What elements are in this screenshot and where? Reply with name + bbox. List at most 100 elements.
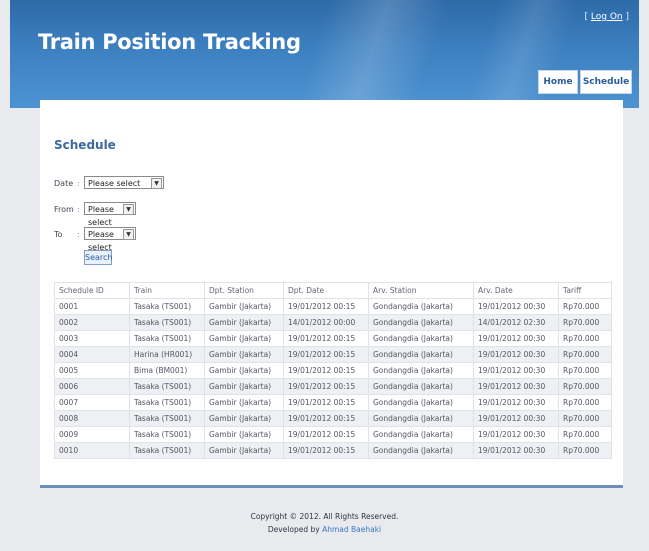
table-cell: 19/01/2012 00:15	[283, 330, 369, 347]
column-header: Schedule ID	[54, 282, 130, 299]
table-cell: Rp70.000	[558, 394, 612, 411]
table-cell: Rp70.000	[558, 330, 612, 347]
table-cell: 0009	[54, 426, 130, 443]
table-cell: Gambir (Jakarta)	[204, 314, 284, 331]
to-select-value: Please select	[88, 230, 114, 252]
table-cell: 19/01/2012 00:30	[473, 378, 559, 395]
chevron-down-icon: ▼	[123, 204, 134, 215]
table-cell: 19/01/2012 00:15	[283, 394, 369, 411]
column-header: Arv. Date	[473, 282, 559, 299]
table-cell: Gambir (Jakarta)	[204, 330, 284, 347]
table-cell: Rp70.000	[558, 378, 612, 395]
table-cell: 0008	[54, 410, 130, 427]
site-title: Train Position Tracking	[38, 30, 301, 54]
table-cell: Tasaka (TS001)	[129, 442, 205, 459]
table-cell: Gondangdia (Jakarta)	[368, 330, 474, 347]
table-cell: Rp70.000	[558, 314, 612, 331]
table-row: 0007 Tasaka (TS001) Gambir (Jakarta) 19/…	[54, 394, 612, 411]
table-cell: Gondangdia (Jakarta)	[368, 346, 474, 363]
table-cell: Gondangdia (Jakarta)	[368, 426, 474, 443]
date-select[interactable]: Please select ▼	[84, 176, 164, 189]
page-title: Schedule	[54, 138, 116, 152]
table-cell: Gondangdia (Jakarta)	[368, 378, 474, 395]
table-cell: Gambir (Jakarta)	[204, 410, 284, 427]
table-cell: 0002	[54, 314, 130, 331]
table-cell: Tasaka (TS001)	[129, 410, 205, 427]
table-cell: Tasaka (TS001)	[129, 378, 205, 395]
table-row: 0001 Tasaka (TS001) Gambir (Jakarta) 19/…	[54, 298, 612, 315]
main-content: Schedule Date : Please select ▼ From : P…	[40, 100, 623, 488]
date-colon: :	[77, 179, 80, 188]
table-cell: Gambir (Jakarta)	[204, 346, 284, 363]
table-cell: 19/01/2012 00:30	[473, 426, 559, 443]
chevron-down-icon: ▼	[123, 229, 134, 240]
table-row: 0006 Tasaka (TS001) Gambir (Jakarta) 19/…	[54, 378, 612, 395]
table-cell: 0003	[54, 330, 130, 347]
table-header-row: Schedule ID Train Dpt. Station Dpt. Date…	[54, 282, 612, 299]
chevron-down-icon: ▼	[151, 178, 162, 189]
table-cell: Gondangdia (Jakarta)	[368, 442, 474, 459]
column-header: Dpt. Date	[283, 282, 369, 299]
table-cell: 14/01/2012 00:00	[283, 314, 369, 331]
table-cell: Rp70.000	[558, 410, 612, 427]
table-row: 0002 Tasaka (TS001) Gambir (Jakarta) 14/…	[54, 314, 612, 331]
column-header: Tariff	[558, 282, 612, 299]
table-cell: Gambir (Jakarta)	[204, 426, 284, 443]
column-header: Train	[129, 282, 205, 299]
schedule-table: Schedule ID Train Dpt. Station Dpt. Date…	[54, 282, 612, 459]
table-cell: Rp70.000	[558, 298, 612, 315]
table-cell: Gondangdia (Jakarta)	[368, 394, 474, 411]
column-header: Arv. Station	[368, 282, 474, 299]
table-cell: 0001	[54, 298, 130, 315]
table-cell: Tasaka (TS001)	[129, 330, 205, 347]
table-cell: 19/01/2012 00:30	[473, 298, 559, 315]
table-cell: Gambir (Jakarta)	[204, 298, 284, 315]
header-light-streak	[284, 0, 456, 108]
table-cell: 19/01/2012 00:15	[283, 362, 369, 379]
to-colon: :	[77, 230, 80, 239]
table-cell: 19/01/2012 00:30	[473, 346, 559, 363]
table-cell: Tasaka (TS001)	[129, 394, 205, 411]
developed-by-label: Developed by	[267, 525, 320, 534]
nav-schedule-button[interactable]: Schedule	[580, 70, 632, 94]
author-link[interactable]: Ahmad Baehaki	[322, 525, 381, 534]
table-cell: Rp70.000	[558, 426, 612, 443]
table-cell: Harina (HR001)	[129, 346, 205, 363]
from-colon: :	[77, 205, 80, 214]
table-cell: 0007	[54, 394, 130, 411]
table-cell: Gambir (Jakarta)	[204, 378, 284, 395]
table-cell: 19/01/2012 00:30	[473, 442, 559, 459]
to-select[interactable]: Please select ▼	[84, 227, 136, 252]
table-cell: 0010	[54, 442, 130, 459]
table-cell: Gondangdia (Jakarta)	[368, 410, 474, 427]
table-row: 0003 Tasaka (TS001) Gambir (Jakarta) 19/…	[54, 330, 612, 347]
table-cell: 0004	[54, 346, 130, 363]
table-cell: 19/01/2012 00:15	[283, 410, 369, 427]
table-row: 0010 Tasaka (TS001) Gambir (Jakarta) 19/…	[54, 442, 612, 459]
table-cell: Bima (BM001)	[129, 362, 205, 379]
table-cell: 19/01/2012 00:30	[473, 330, 559, 347]
table-cell: Gambir (Jakarta)	[204, 442, 284, 459]
table-cell: Gondangdia (Jakarta)	[368, 314, 474, 331]
table-cell: 19/01/2012 00:15	[283, 426, 369, 443]
search-button[interactable]: Search	[84, 250, 112, 265]
table-cell: 19/01/2012 00:15	[283, 346, 369, 363]
table-row: 0005 Bima (BM001) Gambir (Jakarta) 19/01…	[54, 362, 612, 379]
table-cell: 19/01/2012 00:30	[473, 362, 559, 379]
logon-area: [ Log On ]	[584, 12, 629, 22]
from-select-value: Please select	[88, 205, 114, 227]
table-cell: 19/01/2012 00:15	[283, 378, 369, 395]
table-cell: Tasaka (TS001)	[129, 298, 205, 315]
table-cell: 14/01/2012 02:30	[473, 314, 559, 331]
logon-link[interactable]: Log On	[591, 12, 623, 22]
table-cell: 19/01/2012 00:15	[283, 298, 369, 315]
page-footer: Copyright © 2012. All Rights Reserved. D…	[0, 512, 649, 534]
date-label: Date	[54, 179, 74, 188]
table-cell: Rp70.000	[558, 442, 612, 459]
table-cell: Gambir (Jakarta)	[204, 394, 284, 411]
table-cell: Rp70.000	[558, 362, 612, 379]
table-row: 0009 Tasaka (TS001) Gambir (Jakarta) 19/…	[54, 426, 612, 443]
nav-home-button[interactable]: Home	[538, 70, 578, 94]
to-label: To	[54, 230, 63, 239]
from-select[interactable]: Please select ▼	[84, 202, 136, 227]
